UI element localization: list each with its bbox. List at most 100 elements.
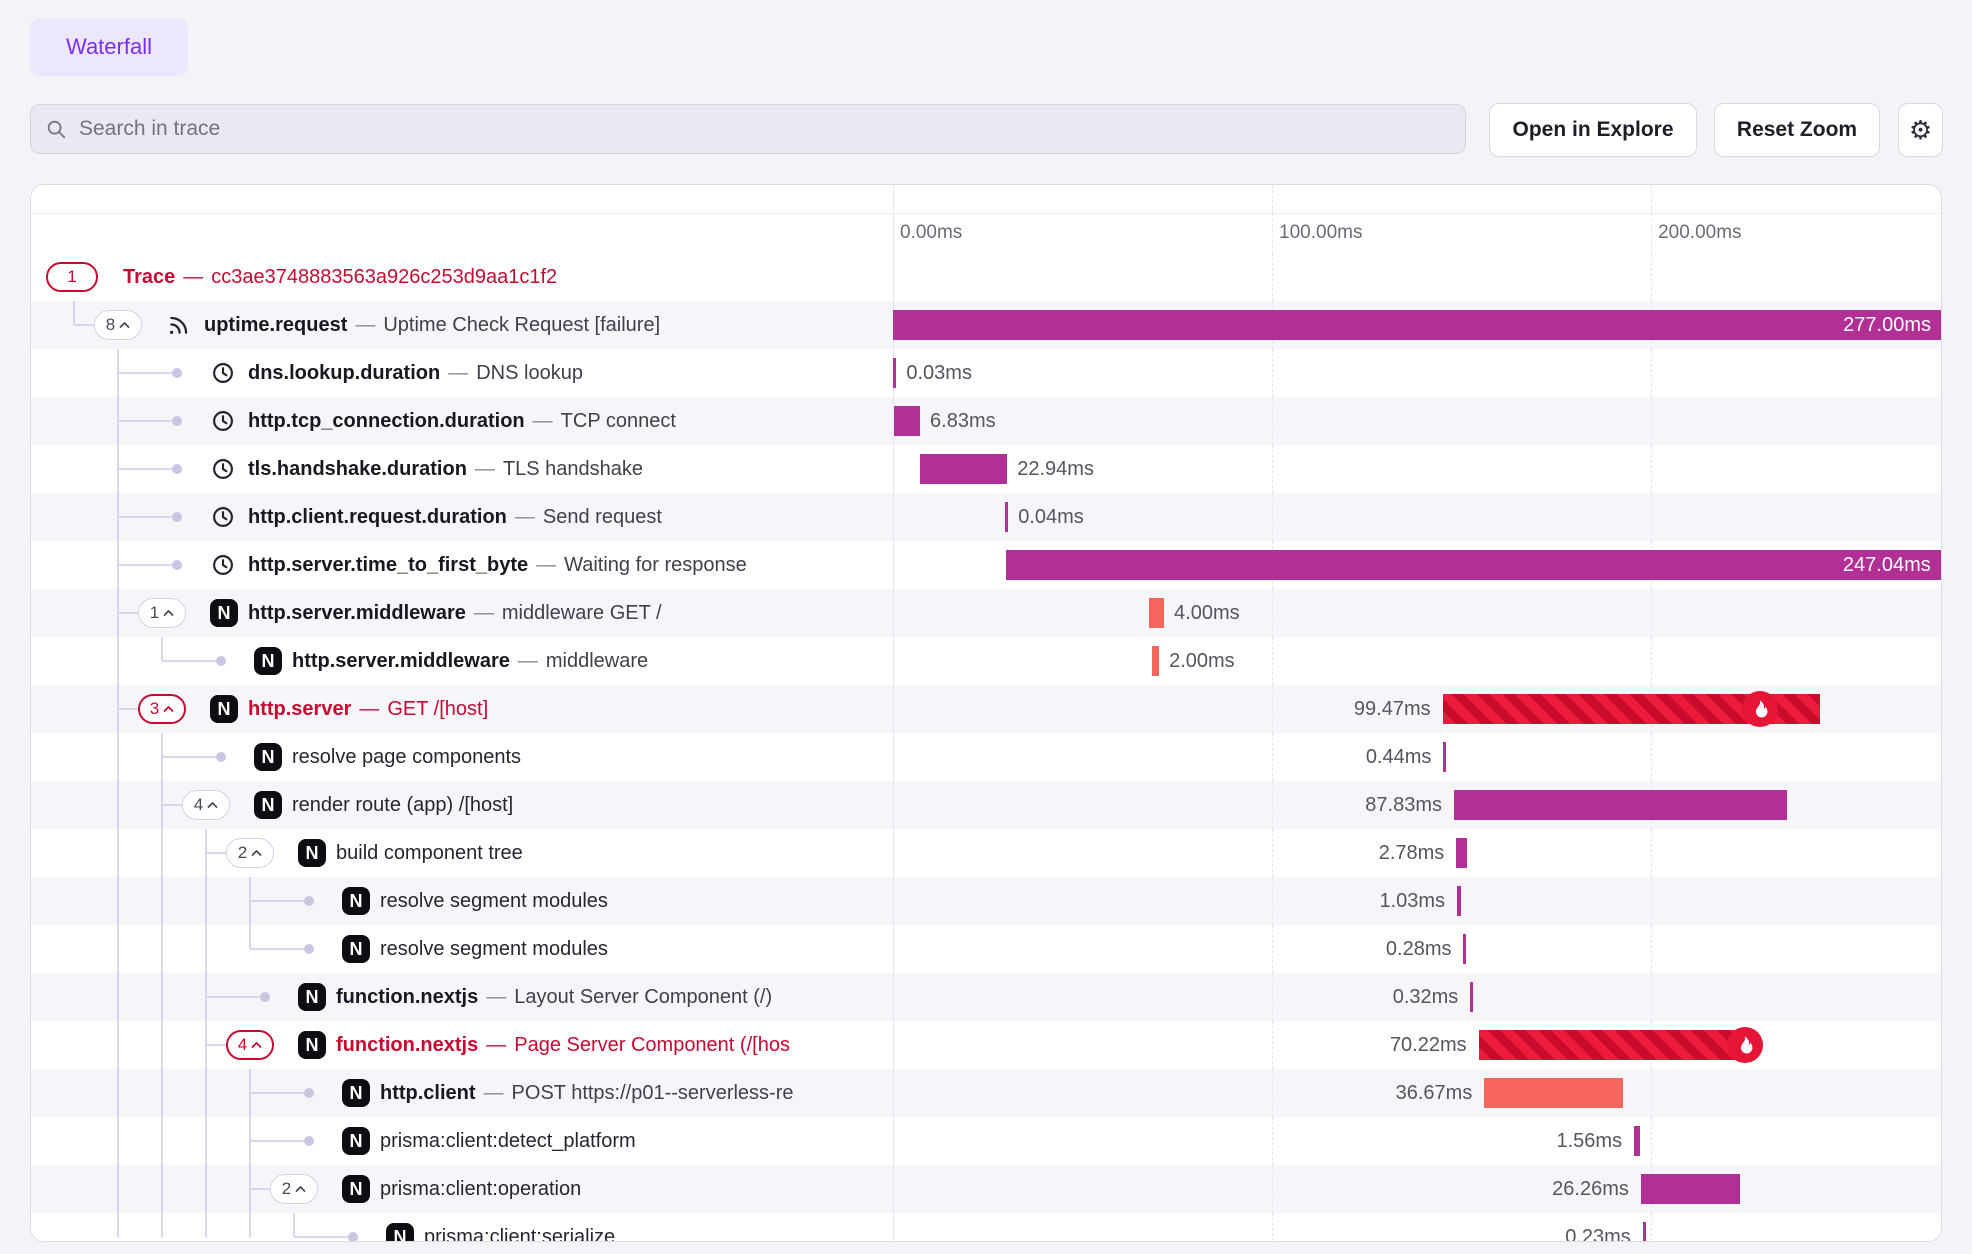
nextjs-icon: N [254, 791, 282, 819]
trace-row[interactable]: Nhttp.client—POST https://p01--serverles… [31, 1069, 1941, 1117]
span-bar[interactable] [1484, 1078, 1623, 1108]
span-duration: 0.03ms [906, 349, 972, 397]
trace-row[interactable]: http.client.request.duration—Send reques… [31, 493, 1941, 541]
gridline [1651, 445, 1652, 493]
span-bar[interactable] [1443, 742, 1446, 772]
panel-divider [893, 1165, 894, 1213]
span-tree-cell: Nresolve segment modules [31, 877, 893, 925]
span-tree-cell: Nhttp.server.middleware—middleware [31, 637, 893, 685]
chevron-up-icon [163, 609, 174, 617]
span-op: http.server.middleware [292, 650, 510, 672]
span-tree-cell: Nfunction.nextjs—Layout Server Component… [31, 973, 893, 1021]
span-separator: — [525, 410, 561, 432]
span-bar[interactable] [893, 358, 896, 388]
trace-row[interactable]: Nfunction.nextjs—Layout Server Component… [31, 973, 1941, 1021]
tab-waterfall[interactable]: Waterfall [30, 18, 188, 76]
span-bar[interactable] [1005, 502, 1008, 532]
span-description: Uptime Check Request [failure] [383, 314, 660, 336]
span-separator: — [476, 1082, 512, 1104]
span-bar[interactable] [920, 454, 1007, 484]
trace-row[interactable]: 4Nfunction.nextjs—Page Server Component … [31, 1021, 1941, 1069]
collapse-badge[interactable]: 2 [226, 838, 274, 868]
trace-row[interactable]: Nhttp.server.middleware—middleware2.00ms [31, 637, 1941, 685]
span-bar[interactable] [1149, 598, 1164, 628]
span-bar[interactable] [1463, 934, 1466, 964]
span-bar[interactable] [1643, 1222, 1646, 1242]
collapse-badge[interactable]: 1 [46, 262, 98, 292]
reset-zoom-label: Reset Zoom [1737, 118, 1857, 142]
trace-row[interactable]: Nprisma:client:serialize0.23ms [31, 1213, 1941, 1242]
collapse-badge[interactable]: 4 [182, 790, 230, 820]
gear-icon: ⚙ [1909, 115, 1932, 146]
chevron-up-icon [251, 1041, 262, 1049]
open-in-explore-button[interactable]: Open in Explore [1489, 103, 1697, 157]
gridline [1272, 685, 1273, 733]
span-bar[interactable] [1152, 646, 1160, 676]
trace-row[interactable]: tls.handshake.duration—TLS handshake22.9… [31, 445, 1941, 493]
span-bar[interactable]: 277.00ms [893, 310, 1942, 340]
reset-zoom-button[interactable]: Reset Zoom [1714, 103, 1880, 157]
tree-guide [161, 1069, 163, 1117]
span-bar[interactable] [894, 406, 920, 436]
tree-connector [118, 564, 172, 566]
trace-row[interactable]: Nresolve segment modules1.03ms [31, 877, 1941, 925]
fire-icon [1742, 691, 1778, 727]
gridline [1651, 185, 1652, 213]
span-bar[interactable] [1456, 838, 1467, 868]
tree-guide [249, 925, 251, 949]
tree-connector [250, 1188, 270, 1190]
span-separator: — [478, 1034, 514, 1056]
collapse-badge[interactable]: 2 [270, 1174, 318, 1204]
panel-divider [893, 925, 894, 973]
trace-row[interactable]: dns.lookup.duration—DNS lookup0.03ms [31, 349, 1941, 397]
span-bar[interactable] [1457, 886, 1461, 916]
trace-row[interactable]: Nprisma:client:detect_platform1.56ms [31, 1117, 1941, 1165]
span-bar[interactable] [1470, 982, 1473, 1012]
gridline [1651, 213, 1652, 253]
collapse-badge[interactable]: 8 [94, 310, 142, 340]
span-op: uptime.request [204, 314, 347, 336]
trace-waterfall-panel: 0.00ms100.00ms200.00ms 1Trace—cc3ae37488… [30, 184, 1942, 1242]
gridline [1651, 1069, 1652, 1117]
trace-row[interactable]: 1Nhttp.server.middleware—middleware GET … [31, 589, 1941, 637]
settings-button[interactable]: ⚙ [1898, 103, 1943, 157]
tree-guide [205, 1213, 207, 1237]
trace-row[interactable]: Nresolve page components0.44ms [31, 733, 1941, 781]
search-input[interactable] [77, 116, 1451, 142]
span-bar[interactable]: 247.04ms [1006, 550, 1942, 580]
tree-connector [74, 324, 94, 326]
tree-guide [161, 1021, 163, 1069]
collapse-badge[interactable]: 1 [138, 598, 186, 628]
gridline [1651, 589, 1652, 637]
gridline [1272, 877, 1273, 925]
tree-guide [117, 1117, 119, 1165]
span-bar[interactable] [1634, 1126, 1640, 1156]
trace-row[interactable]: 3Nhttp.server—GET /[host]99.47ms [31, 685, 1941, 733]
trace-row[interactable]: 8uptime.request—Uptime Check Request [fa… [31, 301, 1941, 349]
collapse-badge[interactable]: 3 [138, 694, 186, 724]
trace-row[interactable]: http.tcp_connection.duration—TCP connect… [31, 397, 1941, 445]
span-bar[interactable] [1454, 790, 1787, 820]
gridline [1651, 493, 1652, 541]
child-count: 8 [106, 315, 115, 335]
collapse-badge[interactable]: 4 [226, 1030, 274, 1060]
trace-row[interactable]: Nresolve segment modules0.28ms [31, 925, 1941, 973]
trace-row[interactable]: 4Nrender route (app) /[host]87.83ms [31, 781, 1941, 829]
span-bar[interactable] [1479, 1030, 1745, 1060]
trace-row[interactable]: http.server.time_to_first_byte—Waiting f… [31, 541, 1941, 589]
clock-icon [210, 456, 236, 482]
child-count: 1 [150, 603, 159, 623]
trace-search[interactable] [30, 104, 1466, 154]
span-op: build component tree [336, 842, 523, 864]
panel-divider [893, 213, 894, 253]
gridline [1272, 733, 1273, 781]
span-bar[interactable] [1641, 1174, 1741, 1204]
fire-icon [1727, 1027, 1763, 1063]
tree-dot [348, 1232, 358, 1242]
trace-row[interactable]: 1Trace—cc3ae3748883563a926c253d9aa1c1f2 [31, 253, 1941, 301]
trace-row[interactable]: 2Nbuild component tree2.78ms [31, 829, 1941, 877]
span-op: http.tcp_connection.duration [248, 410, 525, 432]
span-tree-cell: 2Nbuild component tree [31, 829, 893, 877]
gridline [1651, 397, 1652, 445]
trace-row[interactable]: 2Nprisma:client:operation26.26ms [31, 1165, 1941, 1213]
